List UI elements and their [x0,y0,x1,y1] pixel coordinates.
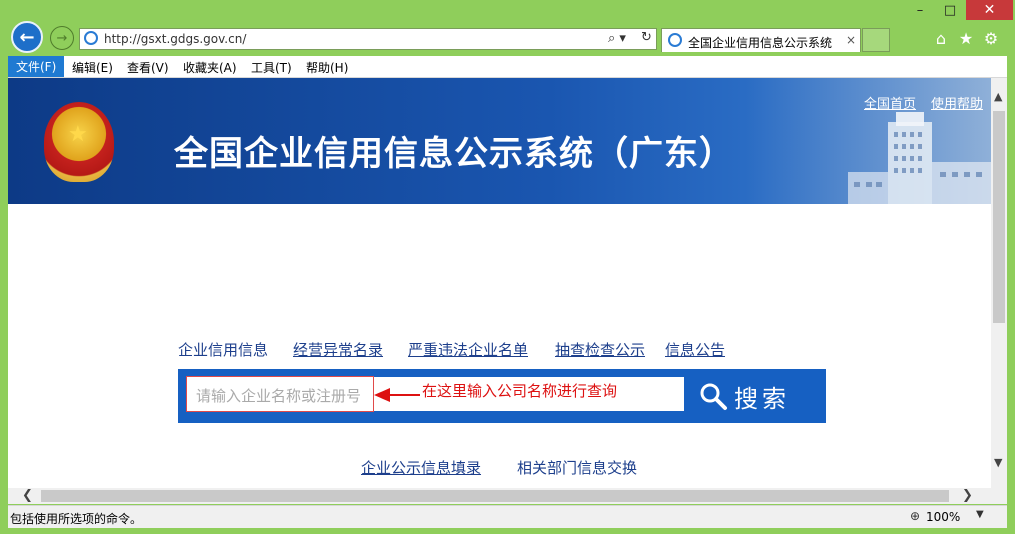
back-button[interactable]: ← [11,21,43,53]
scroll-right-icon[interactable]: ❯ [962,488,973,503]
ie-logo-icon [668,33,682,47]
scroll-up-icon[interactable]: ▲ [994,90,1002,103]
status-bar: 包括使用所选项的命令。 ⊕ 100% ▼ [8,505,1007,528]
building-illustration [848,112,991,204]
search-button-label: 搜索 [734,384,790,413]
nav-announcements[interactable]: 信息公告 [665,339,725,360]
annotation-highlight-box [186,376,374,412]
menu-edit[interactable]: 编辑(E) [72,59,113,76]
address-url[interactable]: http://gsxt.gdgs.gov.cn/ [104,32,246,46]
nav-serious-violation[interactable]: 严重违法企业名单 [408,339,528,360]
menu-tools[interactable]: 工具(T) [251,59,292,76]
web-page: ★ 全国企业信用信息公示系统（广东） 全国首页 使用帮助 企业信用信息 经营异常… [8,78,991,488]
nav-enterprise-credit[interactable]: 企业信用信息 [178,339,268,360]
new-tab-button[interactable] [862,28,890,52]
favorites-star-icon[interactable]: ★ [957,29,975,48]
menu-view[interactable]: 查看(V) [127,59,169,76]
browser-tab[interactable]: 全国企业信用信息公示系统 × [661,28,861,52]
site-title: 全国企业信用信息公示系统（广东） [174,134,734,174]
zoom-level[interactable]: 100% [926,510,960,524]
help-link[interactable]: 使用帮助 [931,93,983,112]
tab-close-icon[interactable]: × [846,33,856,47]
scroll-left-icon[interactable]: ❮ [22,488,33,503]
annotation-text: 在这里输入公司名称进行查询 [422,382,618,400]
menu-bar: 文件(F) 编辑(E) 查看(V) 收藏夹(A) 工具(T) 帮助(H) [8,56,1007,78]
enterprise-info-fill-link[interactable]: 企业公示信息填录 [361,457,481,478]
menu-help[interactable]: 帮助(H) [306,59,348,76]
ie-logo-icon [84,31,98,45]
annotation-arrow-icon [374,388,420,402]
scroll-down-icon[interactable]: ▼ [994,456,1002,469]
vertical-scroll-thumb[interactable] [993,111,1005,323]
nav-abnormal-list[interactable]: 经营异常名录 [293,339,383,360]
address-bar[interactable]: http://gsxt.gdgs.gov.cn/ ⌕ ▾ ↻ [79,28,657,50]
home-icon[interactable]: ⌂ [932,29,950,48]
search-button[interactable]: 搜索 [698,373,826,419]
address-search-icon[interactable]: ⌕ ▾ [608,31,626,46]
status-text: 包括使用所选项的命令。 [10,512,143,526]
close-window-button[interactable]: ✕ [966,0,1013,20]
site-banner: ★ 全国企业信用信息公示系统（广东） 全国首页 使用帮助 [8,78,991,204]
vertical-scrollbar[interactable]: ▲ ▼ [991,78,1007,488]
menu-favorites[interactable]: 收藏夹(A) [183,59,237,76]
tab-title: 全国企业信用信息公示系统 [688,36,833,50]
nav-spot-check[interactable]: 抽查检查公示 [555,339,645,360]
menu-file[interactable]: 文件(F) [8,56,65,77]
scrollbar-corner [991,488,1007,504]
horizontal-scrollbar[interactable]: ❮ ❯ [8,488,991,504]
arrow-right-icon: → [56,30,68,46]
department-exchange-link[interactable]: 相关部门信息交换 [517,457,637,478]
minimize-button[interactable]: – [905,0,935,20]
home-page-link[interactable]: 全国首页 [864,93,916,112]
magnifier-icon [700,383,727,410]
refresh-icon[interactable]: ↻ [641,30,652,45]
settings-gear-icon[interactable]: ⚙ [982,29,1000,48]
search-bar: 请输入企业名称或注册号 在这里输入公司名称进行查询 搜索 [178,369,826,423]
arrow-left-icon: ← [19,26,35,48]
zoom-icon[interactable]: ⊕ [910,509,920,523]
zoom-dropdown-icon[interactable]: ▼ [976,509,984,520]
maximize-button[interactable]: □ [935,0,965,20]
emblem-star-icon: ★ [68,122,88,147]
horizontal-scroll-thumb[interactable] [41,490,949,502]
forward-button[interactable]: → [50,26,74,50]
